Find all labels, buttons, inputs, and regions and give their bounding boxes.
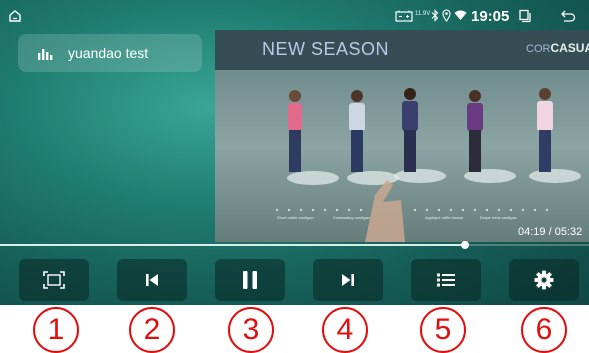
pause-icon	[243, 271, 257, 289]
skip-next-icon	[342, 274, 354, 286]
battery-icon	[395, 10, 413, 22]
gear-icon	[534, 270, 554, 290]
video-brand: CORCASUAL	[526, 41, 589, 55]
video-headline: NEW SEASON	[262, 39, 390, 59]
clock: 19:05	[471, 8, 510, 25]
fullscreen-icon	[43, 271, 65, 289]
fullscreen-button[interactable]	[19, 259, 89, 301]
previous-button[interactable]	[117, 259, 187, 301]
home-icon[interactable]	[8, 9, 22, 23]
video-frame[interactable]: NEW SEASON CORCASUAL Short cable cardiga…	[215, 30, 589, 242]
annotation-number: 3	[228, 307, 274, 353]
annotation-number: 4	[322, 307, 368, 353]
video-caption: Contrasting cardigan	[333, 215, 370, 220]
progress-knob[interactable]	[461, 241, 470, 249]
back-icon[interactable]	[560, 9, 576, 23]
settings-button[interactable]	[509, 259, 579, 301]
track-title: yuandao test	[68, 45, 149, 61]
annotation-number: 2	[129, 307, 175, 353]
playlist-icon	[437, 273, 455, 287]
media-player-screen: 11.9V 19:05 yuandao test NEW SEASON CORC…	[0, 0, 589, 305]
now-playing-card[interactable]: yuandao test	[18, 34, 202, 72]
next-button[interactable]	[313, 259, 383, 301]
skip-previous-icon	[146, 274, 158, 286]
voltage-readout: 11.9V	[415, 11, 431, 17]
annotation-number: 1	[33, 307, 79, 353]
progress-bar[interactable]	[0, 241, 589, 249]
video-time-display: 04:19 / 05:32	[518, 226, 583, 238]
annotation-number: 6	[521, 307, 567, 353]
location-icon	[442, 9, 451, 22]
video-caption: Drape neck cardigan	[480, 215, 517, 220]
pause-button[interactable]	[215, 259, 285, 301]
bluetooth-icon	[431, 9, 439, 22]
equalizer-icon	[38, 49, 53, 60]
recent-apps-icon[interactable]	[518, 9, 532, 23]
video-scene	[215, 30, 589, 242]
annotation-number: 5	[420, 307, 466, 353]
video-caption: Appliqué ruffle blouse	[425, 215, 464, 220]
wifi-icon	[454, 10, 467, 20]
progress-fill	[0, 244, 466, 246]
status-bar: 11.9V 19:05	[0, 0, 589, 30]
video-caption: Short cable cardigan	[277, 215, 314, 220]
video-brand-faint: COR	[526, 43, 551, 55]
video-brand-strong: CASUAL	[550, 41, 589, 55]
playlist-button[interactable]	[411, 259, 481, 301]
